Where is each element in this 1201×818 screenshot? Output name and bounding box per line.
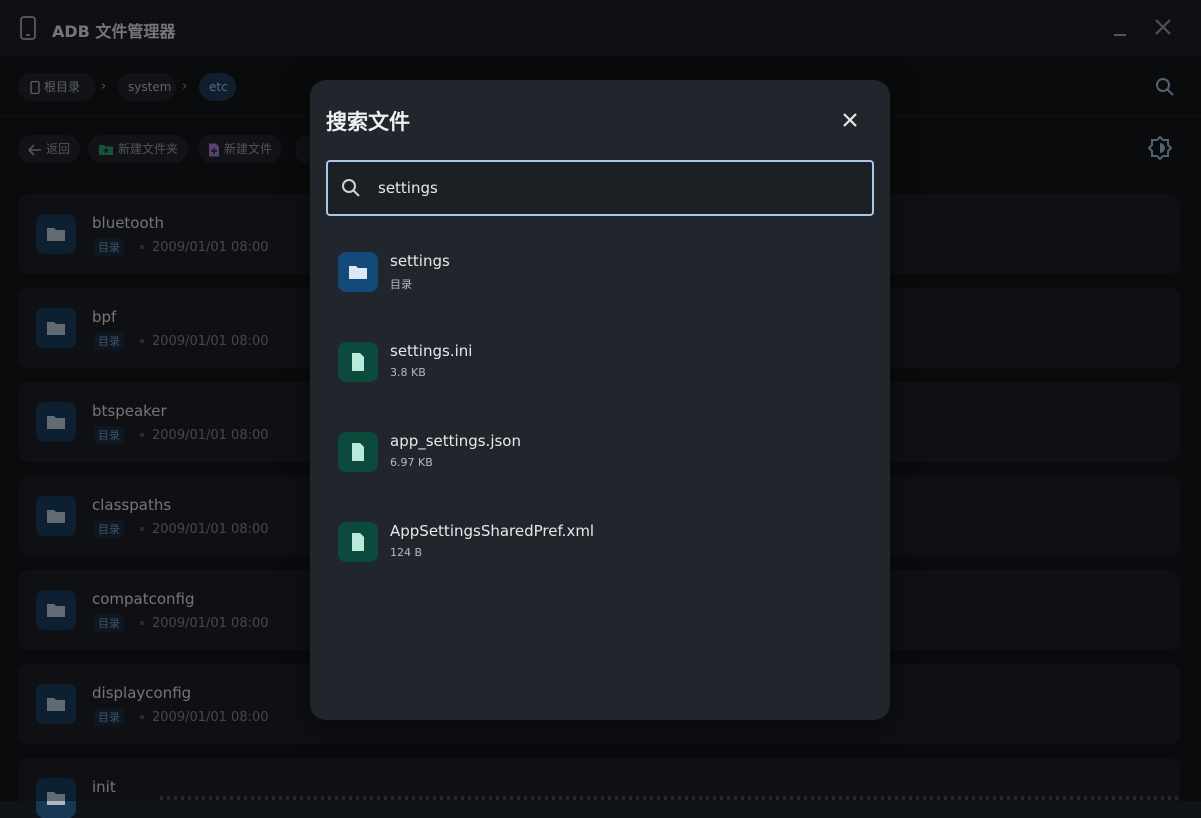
search-dialog: 搜索文件 settings 目录 settings.ini 3.8 KB app… bbox=[310, 80, 890, 720]
file-icon bbox=[338, 432, 378, 472]
search-result[interactable]: settings.ini 3.8 KB bbox=[326, 330, 874, 402]
search-result[interactable]: app_settings.json 6.97 KB bbox=[326, 420, 874, 492]
search-result[interactable]: settings 目录 bbox=[326, 240, 874, 312]
dialog-title: 搜索文件 bbox=[326, 110, 410, 134]
result-name: settings bbox=[390, 252, 450, 270]
close-icon[interactable] bbox=[838, 108, 862, 132]
search-field bbox=[326, 160, 874, 216]
result-meta: 124 B bbox=[390, 546, 423, 559]
file-icon bbox=[338, 342, 378, 382]
result-name: app_settings.json bbox=[390, 432, 521, 450]
search-icon bbox=[342, 179, 360, 197]
result-meta: 目录 bbox=[390, 278, 412, 291]
folder-icon bbox=[338, 252, 378, 292]
result-meta: 3.8 KB bbox=[390, 366, 426, 379]
search-input[interactable] bbox=[378, 176, 858, 200]
result-name: settings.ini bbox=[390, 342, 473, 360]
result-name: AppSettingsSharedPref.xml bbox=[390, 522, 595, 540]
result-meta: 6.97 KB bbox=[390, 456, 433, 469]
file-icon bbox=[338, 522, 378, 562]
search-result[interactable]: AppSettingsSharedPref.xml 124 B bbox=[326, 510, 874, 582]
